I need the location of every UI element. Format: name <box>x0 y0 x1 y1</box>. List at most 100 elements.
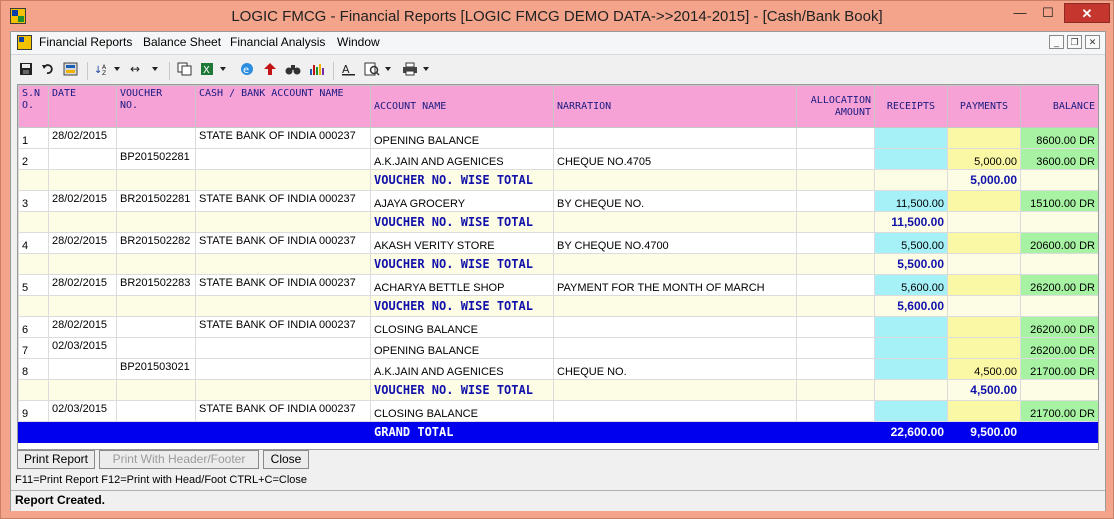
cell-date: 02/03/2015 <box>48 400 117 422</box>
close-button[interactable]: Close <box>263 450 309 469</box>
table-row[interactable]: 9 02/03/2015 STATE BANK OF INDIA 000237 CLO… <box>18 400 1098 422</box>
cell-empty <box>796 379 875 401</box>
undo-icon[interactable] <box>39 62 57 80</box>
zoom-icon[interactable] <box>363 62 397 80</box>
menu-financial-reports[interactable]: Financial Reports <box>39 35 132 49</box>
table-row[interactable]: 8 BP201503021 A.K.JAIN AND AGENICES CHEQUE … <box>18 358 1098 380</box>
export-icon[interactable] <box>261 62 279 80</box>
cell-cash-bank: STATE BANK OF INDIA 000237 <box>195 400 371 422</box>
table-row[interactable]: 3 28/02/2015 BR201502281 STATE BANK OF INDI… <box>18 190 1098 212</box>
voucher-total-receipts <box>874 379 948 401</box>
maximize-button[interactable]: ☐ <box>1035 3 1061 23</box>
cell-allocation <box>796 148 875 170</box>
cell-account: AKASH VERITY STORE <box>370 232 554 254</box>
app-window: LOGIC FMCG - Financial Reports [LOGIC FM… <box>0 0 1114 519</box>
cell-empty <box>116 169 196 191</box>
table-row[interactable]: 6 28/02/2015 STATE BANK OF INDIA 000237 CLO… <box>18 316 1098 338</box>
print-with-header-footer-button[interactable]: Print With Header/Footer <box>99 450 259 469</box>
excel-icon[interactable]: X <box>199 62 233 80</box>
cell-allocation <box>796 337 875 359</box>
cell-empty <box>116 211 196 233</box>
table-row[interactable]: 5 28/02/2015 BR201502283 STATE BANK OF INDI… <box>18 274 1098 296</box>
cell-empty <box>18 211 49 233</box>
cell-account: ACHARYA BETTLE SHOP <box>370 274 554 296</box>
toolbar: ↓ A Z ↔ X e A <box>11 59 1105 83</box>
cell-balance: 3600.00 DR <box>1020 148 1098 170</box>
menu-balance-sheet[interactable]: Balance Sheet <box>143 35 221 49</box>
cell-account: CLOSING BALANCE <box>370 316 554 338</box>
cell-narration: CHEQUE NO.4705 <box>553 148 797 170</box>
minimize-button[interactable]: — <box>1007 3 1033 23</box>
print-icon[interactable] <box>401 62 435 80</box>
preview-icon[interactable] <box>61 62 81 80</box>
cell-voucher <box>116 127 196 149</box>
menu-window[interactable]: Window <box>337 35 380 49</box>
title-bar[interactable]: LOGIC FMCG - Financial Reports [LOGIC FM… <box>1 1 1113 31</box>
cell-voucher: BR201502283 <box>116 274 196 296</box>
col-header-allocation[interactable]: ALLOCATION AMOUNT <box>796 85 875 128</box>
close-window-button[interactable]: ✕ <box>1064 3 1110 23</box>
sort-icon[interactable]: ↓ A Z <box>93 62 123 80</box>
cell-empty <box>48 169 117 191</box>
col-header-account[interactable]: ACCOUNT NAME <box>370 85 554 128</box>
cell-empty <box>1020 421 1098 443</box>
row-selector[interactable] <box>18 421 49 443</box>
cell-empty <box>48 253 117 275</box>
voucher-total-payments: 4,500.00 <box>947 379 1021 401</box>
table-body: 1 28/02/2015 STATE BANK OF INDIA 000237 OPE… <box>18 127 1098 443</box>
col-header-payments[interactable]: PAYMENTS <box>947 85 1021 128</box>
voucher-total-row: VOUCHER NO. WISE TOTAL 5,500.00 <box>18 253 1098 275</box>
save-icon[interactable] <box>17 62 35 80</box>
cell-receipts <box>874 127 948 149</box>
cell-sno: 5 <box>18 274 49 296</box>
cell-receipts: 5,500.00 <box>874 232 948 254</box>
table-row[interactable]: 2 BP201502281 A.K.JAIN AND AGENICES CHEQUE … <box>18 148 1098 170</box>
col-header-sno[interactable]: S.N O. <box>18 85 49 128</box>
child-minimize-button[interactable]: _ <box>1049 35 1064 49</box>
cell-cash-bank: STATE BANK OF INDIA 000237 <box>195 190 371 212</box>
cell-sno: 7 <box>18 337 49 359</box>
toolbar-separator <box>333 62 334 80</box>
col-header-receipts[interactable]: RECEIPTS <box>874 85 948 128</box>
cell-voucher <box>116 316 196 338</box>
cell-narration <box>553 400 797 422</box>
child-window-icon[interactable] <box>17 35 32 50</box>
col-header-date[interactable]: DATE <box>48 85 117 128</box>
cell-empty <box>195 253 371 275</box>
col-header-cash-bank[interactable]: CASH / BANK ACCOUNT NAME <box>195 85 371 128</box>
voucher-total-payments <box>947 211 1021 233</box>
cell-allocation <box>796 232 875 254</box>
cell-empty <box>796 169 875 191</box>
print-report-button[interactable]: Print Report <box>17 450 95 469</box>
find-icon[interactable] <box>283 62 303 80</box>
cell-balance: 26200.00 DR <box>1020 316 1098 338</box>
table-row[interactable]: 4 28/02/2015 BR201502282 STATE BANK OF INDI… <box>18 232 1098 254</box>
status-bar: Report Created. <box>11 490 1105 511</box>
table-row[interactable]: 1 28/02/2015 STATE BANK OF INDIA 000237 OPE… <box>18 127 1098 149</box>
child-restore-button[interactable]: ❐ <box>1067 35 1082 49</box>
col-header-narration[interactable]: NARRATION <box>553 85 797 128</box>
cell-empty <box>796 211 875 233</box>
ie-icon[interactable]: e <box>237 62 257 80</box>
cell-empty <box>553 379 797 401</box>
cell-voucher: BP201503021 <box>116 358 196 380</box>
cell-voucher <box>116 400 196 422</box>
cell-date: 28/02/2015 <box>48 127 117 149</box>
svg-text:Z: Z <box>102 70 106 76</box>
columns-icon[interactable]: ↔ <box>129 62 163 80</box>
chart-icon[interactable] <box>307 62 327 80</box>
cell-receipts: 5,600.00 <box>874 274 948 296</box>
col-header-balance[interactable]: BALANCE <box>1020 85 1098 128</box>
child-close-button[interactable]: ✕ <box>1085 35 1100 49</box>
copy-icon[interactable] <box>175 62 195 80</box>
col-header-voucher[interactable]: VOUCHER NO. <box>116 85 196 128</box>
font-icon[interactable]: A <box>339 62 359 80</box>
cell-cash-bank <box>195 337 371 359</box>
cell-balance: 26200.00 DR <box>1020 337 1098 359</box>
cell-cash-bank <box>195 148 371 170</box>
menu-financial-analysis[interactable]: Financial Analysis <box>230 35 325 49</box>
table-row[interactable]: 7 02/03/2015 OPENING BALANCE 26200.00 DR <box>18 337 1098 359</box>
svg-text:↔: ↔ <box>130 62 140 76</box>
grand-total-row: GRAND TOTAL 22,600.00 9,500.00 <box>18 421 1098 443</box>
cash-bank-book-grid[interactable]: S.N O. DATE VOUCHER NO. CASH / BANK ACCO… <box>17 84 1099 450</box>
